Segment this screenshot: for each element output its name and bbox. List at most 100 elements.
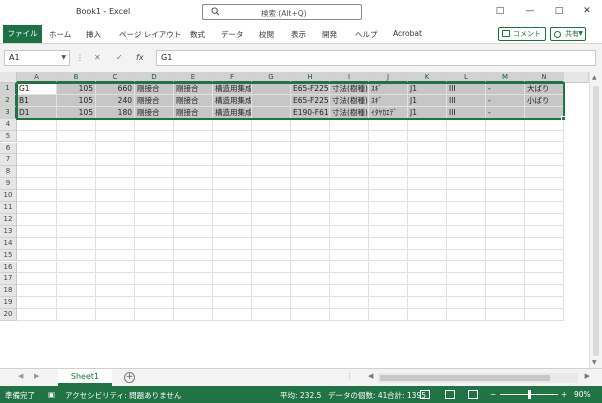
cell-k17[interactable] xyxy=(408,273,447,286)
cell-k6[interactable] xyxy=(408,142,447,155)
cell-b9[interactable] xyxy=(57,178,96,191)
cell-n8[interactable] xyxy=(525,166,564,179)
cell-j14[interactable] xyxy=(369,237,408,250)
zoom-level[interactable]: 90% xyxy=(574,390,591,399)
cell-g8[interactable] xyxy=(252,166,291,179)
cell-a20[interactable] xyxy=(17,309,57,321)
cell-h16[interactable] xyxy=(291,261,330,274)
cell-m3[interactable]: - xyxy=(486,106,525,119)
cell-d11[interactable] xyxy=(135,202,174,214)
cell-c12[interactable] xyxy=(96,213,135,226)
cell-i5[interactable] xyxy=(330,130,369,143)
cell-d16[interactable] xyxy=(135,261,174,274)
cell-d3[interactable]: 剛接合 xyxy=(135,106,174,119)
row-header-9[interactable]: 9 xyxy=(0,178,17,191)
cell-n12[interactable] xyxy=(525,213,564,226)
cell-n15[interactable] xyxy=(525,249,564,262)
cell-g13[interactable] xyxy=(252,225,291,238)
vertical-scrollbar[interactable]: ▲ ▼ xyxy=(589,72,602,368)
cell-b14[interactable] xyxy=(57,237,96,250)
search-box[interactable]: 検索 (Alt+Q) xyxy=(202,4,362,20)
cell-b5[interactable] xyxy=(57,130,96,143)
cell-k3[interactable]: J1 xyxy=(408,106,447,119)
cell-f8[interactable] xyxy=(213,166,252,179)
cell-e10[interactable] xyxy=(174,190,213,202)
cell-g18[interactable] xyxy=(252,285,291,298)
cell-j13[interactable] xyxy=(369,225,408,238)
cell-d9[interactable] xyxy=(135,178,174,191)
cell-b7[interactable] xyxy=(57,154,96,167)
cell-h11[interactable] xyxy=(291,202,330,214)
cell-c9[interactable] xyxy=(96,178,135,191)
cell-h12[interactable] xyxy=(291,213,330,226)
tab-help[interactable]: ヘルプ xyxy=(355,29,378,40)
cell-i2[interactable]: 寸法(樹種) xyxy=(330,94,369,107)
cell-a19[interactable] xyxy=(17,297,57,310)
cell-k10[interactable] xyxy=(408,190,447,202)
tab-developer[interactable]: 開発 xyxy=(322,29,337,40)
cell-n11[interactable] xyxy=(525,202,564,214)
cell-l19[interactable] xyxy=(447,297,486,310)
cell-l4[interactable] xyxy=(447,118,486,131)
macro-record-icon[interactable]: ▣ xyxy=(48,390,55,399)
row-header-5[interactable]: 5 xyxy=(0,130,17,143)
cell-c7[interactable] xyxy=(96,154,135,167)
cell-e6[interactable] xyxy=(174,142,213,155)
cell-a11[interactable] xyxy=(17,202,57,214)
cell-e15[interactable] xyxy=(174,249,213,262)
cell-h6[interactable] xyxy=(291,142,330,155)
cell-m14[interactable] xyxy=(486,237,525,250)
cell-f9[interactable] xyxy=(213,178,252,191)
cell-h7[interactable] xyxy=(291,154,330,167)
cell-n18[interactable] xyxy=(525,285,564,298)
cell-c20[interactable] xyxy=(96,309,135,321)
cell-f18[interactable] xyxy=(213,285,252,298)
cell-m5[interactable] xyxy=(486,130,525,143)
cell-j12[interactable] xyxy=(369,213,408,226)
column-header-f[interactable]: F xyxy=(213,72,252,83)
cell-e3[interactable]: 剛接合 xyxy=(174,106,213,119)
comments-button[interactable]: コメント xyxy=(498,27,546,41)
cell-e4[interactable] xyxy=(174,118,213,131)
cell-h5[interactable] xyxy=(291,130,330,143)
cell-k12[interactable] xyxy=(408,213,447,226)
cell-i1[interactable]: 寸法(樹種) xyxy=(330,83,369,95)
cell-h4[interactable] xyxy=(291,118,330,131)
vertical-scroll-thumb[interactable] xyxy=(593,86,599,356)
cell-a7[interactable] xyxy=(17,154,57,167)
row-header-17[interactable]: 17 xyxy=(0,273,17,286)
cell-f5[interactable] xyxy=(213,130,252,143)
cell-k2[interactable]: J1 xyxy=(408,94,447,107)
cell-j17[interactable] xyxy=(369,273,408,286)
cell-i20[interactable] xyxy=(330,309,369,321)
cell-e9[interactable] xyxy=(174,178,213,191)
cell-l11[interactable] xyxy=(447,202,486,214)
cell-i19[interactable] xyxy=(330,297,369,310)
cell-n2[interactable]: 小ばり xyxy=(525,94,564,107)
share-button[interactable]: 共有 ▼ xyxy=(550,27,586,41)
cell-h14[interactable] xyxy=(291,237,330,250)
cell-i12[interactable] xyxy=(330,213,369,226)
minimize-button[interactable]: — xyxy=(523,4,537,18)
column-header-l[interactable]: L xyxy=(447,72,486,83)
page-layout-view-icon[interactable] xyxy=(445,390,455,399)
cell-d19[interactable] xyxy=(135,297,174,310)
cell-j10[interactable] xyxy=(369,190,408,202)
cell-b16[interactable] xyxy=(57,261,96,274)
cell-n16[interactable] xyxy=(525,261,564,274)
cell-g19[interactable] xyxy=(252,297,291,310)
row-header-1[interactable]: 1 xyxy=(0,83,17,95)
tab-review[interactable]: 校閲 xyxy=(259,29,274,40)
cell-f3[interactable]: 構造用集成材(同一等 xyxy=(213,106,252,119)
cell-e11[interactable] xyxy=(174,202,213,214)
cell-i8[interactable] xyxy=(330,166,369,179)
cell-b15[interactable] xyxy=(57,249,96,262)
cell-k15[interactable] xyxy=(408,249,447,262)
row-header-16[interactable]: 16 xyxy=(0,261,17,274)
cell-a18[interactable] xyxy=(17,285,57,298)
fill-handle[interactable] xyxy=(561,115,566,121)
cell-a12[interactable] xyxy=(17,213,57,226)
cell-h2[interactable]: E65-F225 xyxy=(291,94,330,107)
cell-k14[interactable] xyxy=(408,237,447,250)
cell-j1[interactable]: ｽｷﾞ xyxy=(369,83,408,95)
